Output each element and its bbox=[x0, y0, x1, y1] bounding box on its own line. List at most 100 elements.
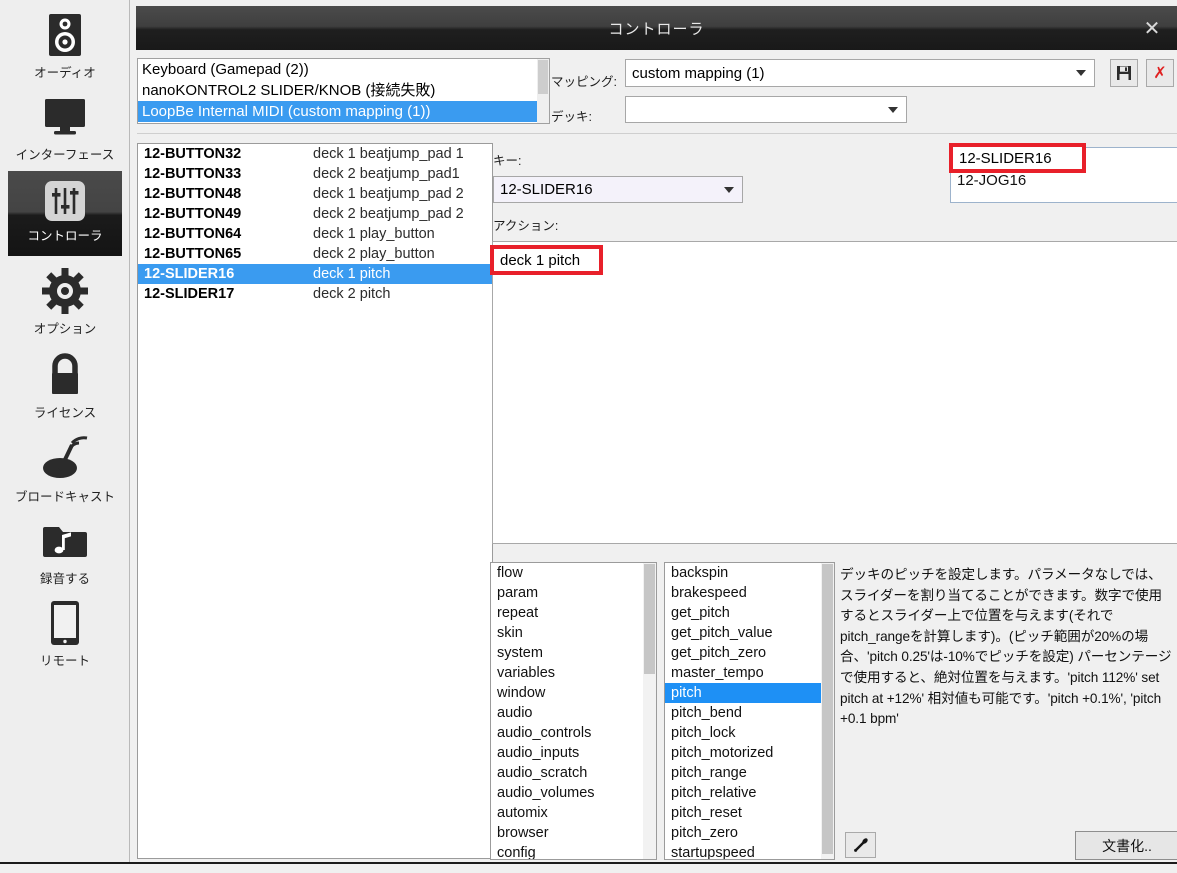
key-select[interactable]: 12-SLIDER16 bbox=[493, 176, 743, 203]
sidebar-item-audio[interactable]: オーディオ bbox=[0, 4, 130, 81]
list-item[interactable]: param bbox=[491, 583, 656, 603]
table-row[interactable]: 12-BUTTON48 deck 1 beatjump_pad 2 bbox=[138, 184, 492, 204]
scrollbar-thumb[interactable] bbox=[538, 60, 548, 94]
list-item[interactable]: master_tempo bbox=[665, 663, 834, 683]
learn-pick-button[interactable] bbox=[845, 832, 876, 858]
sliders-icon bbox=[44, 179, 86, 223]
mapping-table[interactable]: 12-BUTTON32 deck 1 beatjump_pad 1 12-BUTT… bbox=[137, 143, 493, 859]
action-input[interactable]: deck 1 pitch bbox=[492, 241, 1177, 544]
list-item[interactable]: variables bbox=[491, 663, 656, 683]
list-item[interactable]: audio_scratch bbox=[491, 763, 656, 783]
sidebar-item-label: インターフェース bbox=[15, 148, 115, 162]
list-item[interactable]: brakespeed bbox=[665, 583, 834, 603]
list-item[interactable]: system bbox=[491, 643, 656, 663]
list-item-selected[interactable]: pitch bbox=[665, 683, 834, 703]
scrollbar-thumb[interactable] bbox=[644, 564, 655, 674]
category-list-scrollbar[interactable] bbox=[643, 563, 656, 859]
mapping-select[interactable]: custom mapping (1) bbox=[625, 59, 1095, 87]
delete-mapping-button[interactable]: ✗ bbox=[1146, 59, 1174, 87]
sidebar-item-label: オーディオ bbox=[34, 66, 96, 80]
list-item-selected[interactable]: LoopBe Internal MIDI (custom mapping (1)… bbox=[138, 101, 549, 122]
list-item[interactable]: audio_volumes bbox=[491, 783, 656, 803]
list-item[interactable]: pitch_range bbox=[665, 763, 834, 783]
table-row[interactable]: 12-BUTTON32 deck 1 beatjump_pad 1 bbox=[138, 144, 492, 164]
sidebar-item-license[interactable]: ライセンス bbox=[0, 344, 130, 421]
sidebar-item-label: ブロードキャスト bbox=[14, 490, 115, 504]
sidebar-item-options[interactable]: オプション bbox=[0, 260, 130, 337]
list-item[interactable]: skin bbox=[491, 623, 656, 643]
list-item[interactable]: get_pitch_value bbox=[665, 623, 834, 643]
floppy-save-icon bbox=[1117, 66, 1131, 80]
table-row[interactable]: 12-BUTTON65 deck 2 play_button bbox=[138, 244, 492, 264]
map-value: deck 1 beatjump_pad 1 bbox=[313, 146, 464, 162]
sidebar-item-controller[interactable]: コントローラ bbox=[8, 171, 122, 256]
gear-icon bbox=[41, 266, 89, 316]
list-item[interactable]: startupspeed bbox=[665, 843, 834, 859]
page-title: コントローラ bbox=[608, 20, 705, 38]
list-item[interactable]: flow bbox=[491, 563, 656, 583]
map-key: 12-BUTTON32 bbox=[144, 146, 242, 162]
list-item[interactable]: config bbox=[491, 843, 656, 859]
list-item[interactable]: pitch_zero bbox=[665, 823, 834, 843]
list-item[interactable]: backspin bbox=[665, 563, 834, 583]
device-list-scrollbar[interactable] bbox=[537, 59, 549, 123]
map-value: deck 2 beatjump_pad1 bbox=[313, 166, 460, 182]
map-key: 12-BUTTON65 bbox=[144, 246, 242, 262]
list-item[interactable]: audio_inputs bbox=[491, 743, 656, 763]
map-key: 12-SLIDER16 bbox=[144, 266, 235, 282]
list-item[interactable]: window bbox=[491, 683, 656, 703]
deck-select[interactable] bbox=[625, 96, 907, 123]
list-item[interactable]: repeat bbox=[491, 603, 656, 623]
list-item[interactable]: pitch_lock bbox=[665, 723, 834, 743]
list-item[interactable]: Keyboard (Gamepad (2)) bbox=[138, 59, 549, 80]
chevron-down-icon bbox=[888, 106, 898, 113]
table-row-selected[interactable]: 12-SLIDER16 deck 1 pitch bbox=[138, 264, 492, 284]
scrollbar-thumb[interactable] bbox=[822, 564, 833, 854]
save-mapping-button[interactable] bbox=[1110, 59, 1138, 87]
lock-icon bbox=[45, 350, 85, 400]
list-item[interactable]: get_pitch_zero bbox=[665, 643, 834, 663]
map-value: deck 2 play_button bbox=[313, 246, 435, 262]
table-row[interactable]: 12-BUTTON64 deck 1 play_button bbox=[138, 224, 492, 244]
annotation-action-highlight: deck 1 pitch bbox=[490, 245, 603, 275]
list-item[interactable]: 12-JOG16 bbox=[951, 170, 1177, 192]
key-value: 12-SLIDER16 bbox=[500, 181, 593, 198]
documentation-button[interactable]: 文書化.. bbox=[1075, 831, 1177, 860]
list-item[interactable]: pitch_relative bbox=[665, 783, 834, 803]
list-item-partial[interactable] bbox=[138, 122, 549, 123]
table-row[interactable]: 12-SLIDER17 deck 2 pitch bbox=[138, 284, 492, 304]
list-item[interactable]: browser bbox=[491, 823, 656, 843]
command-list[interactable]: backspin brakespeed get_pitch get_pitch_… bbox=[664, 562, 835, 860]
table-row[interactable]: 12-BUTTON33 deck 2 beatjump_pad1 bbox=[138, 164, 492, 184]
midi-device-list[interactable]: Keyboard (Gamepad (2)) nanoKONTROL2 SLID… bbox=[137, 58, 550, 124]
list-item[interactable]: nanoKONTROL2 SLIDER/KNOB (接続失敗) bbox=[138, 80, 549, 101]
sidebar-item-remote[interactable]: リモート bbox=[0, 592, 130, 669]
window-bottom-strip bbox=[0, 862, 1177, 873]
list-item[interactable]: automix bbox=[491, 803, 656, 823]
map-value: deck 2 beatjump_pad 2 bbox=[313, 206, 464, 222]
chevron-down-icon bbox=[1076, 70, 1086, 76]
list-item[interactable]: get_pitch bbox=[665, 603, 834, 623]
monitor-icon bbox=[42, 92, 88, 142]
table-row[interactable]: 12-BUTTON49 deck 2 beatjump_pad 2 bbox=[138, 204, 492, 224]
list-item[interactable]: audio_controls bbox=[491, 723, 656, 743]
sidebar-item-record[interactable]: 録音する bbox=[0, 510, 130, 587]
annotation-slider16-highlight: 12-SLIDER16 bbox=[949, 143, 1086, 173]
list-item[interactable]: pitch_motorized bbox=[665, 743, 834, 763]
eyedropper-icon bbox=[854, 837, 868, 852]
sidebar-item-interface[interactable]: インターフェース bbox=[0, 86, 130, 163]
list-item[interactable]: audio bbox=[491, 703, 656, 723]
close-icon[interactable]: ✕ bbox=[1139, 6, 1165, 50]
list-item[interactable]: pitch_reset bbox=[665, 803, 834, 823]
tablet-icon bbox=[46, 598, 84, 648]
controller-settings-window: オーディオ インターフェース コントローラ オプション ライセンス ブロードキャ… bbox=[0, 0, 1177, 873]
command-category-list[interactable]: flow param repeat skin system variables … bbox=[490, 562, 657, 860]
list-item[interactable]: pitch_bend bbox=[665, 703, 834, 723]
command-list-scrollbar[interactable] bbox=[821, 563, 834, 859]
mapping-label: マッピング: bbox=[551, 75, 617, 89]
map-value: deck 1 beatjump_pad 2 bbox=[313, 186, 464, 202]
sidebar-item-broadcast[interactable]: ブロードキャスト bbox=[0, 428, 130, 505]
sidebar-item-label: ライセンス bbox=[33, 406, 97, 420]
map-key: 12-BUTTON48 bbox=[144, 186, 242, 202]
main-panel: コントローラ ✕ Keyboard (Gamepad (2)) nanoKONT… bbox=[131, 0, 1177, 862]
